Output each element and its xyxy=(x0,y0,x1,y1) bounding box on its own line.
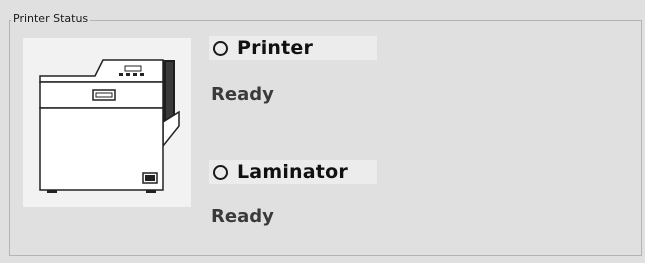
printer-status-panel: Printer Status Printer Ready Laminator R… xyxy=(0,0,645,263)
printer-status-indicator-icon xyxy=(213,40,228,56)
printer-image xyxy=(23,38,191,207)
laminator-status-title: Laminator xyxy=(237,161,348,183)
laminator-status-value: Ready xyxy=(211,206,274,227)
laminator-status-indicator-icon xyxy=(213,164,228,180)
printer-status-value: Ready xyxy=(211,84,274,105)
printer-status-title: Printer xyxy=(237,37,314,59)
laminator-status-header: Laminator xyxy=(209,160,377,184)
card-printer-icon xyxy=(39,59,180,193)
printer-status-header: Printer xyxy=(209,36,377,60)
groupbox-title: Printer Status xyxy=(11,12,91,26)
